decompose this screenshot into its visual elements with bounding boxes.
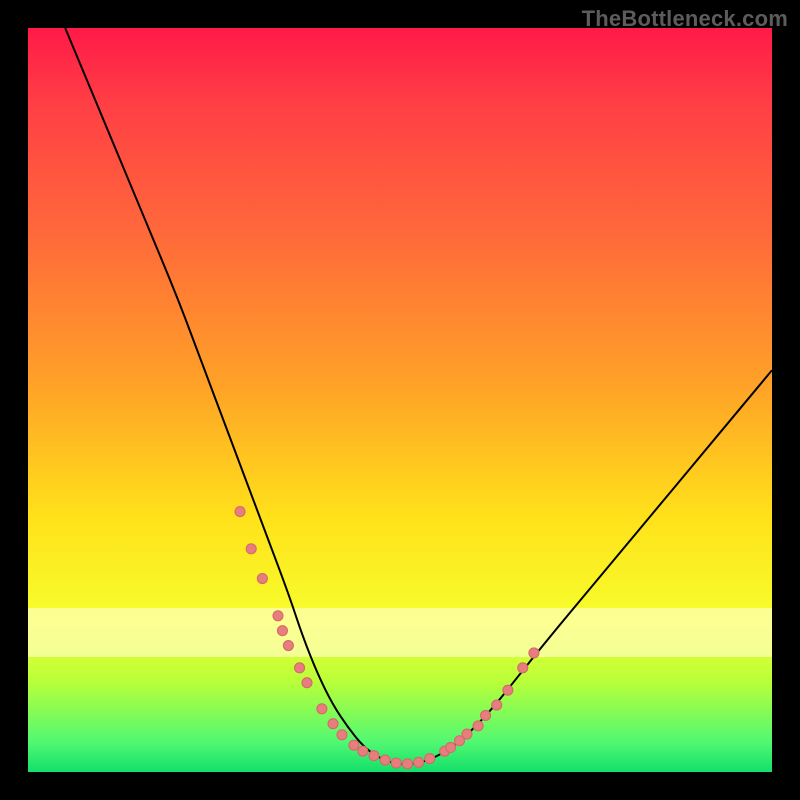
chart-stage: TheBottleneck.com [0,0,800,800]
watermark-text: TheBottleneck.com [582,6,788,32]
gradient-plot-area [28,28,772,772]
highlight-strip [28,608,772,656]
